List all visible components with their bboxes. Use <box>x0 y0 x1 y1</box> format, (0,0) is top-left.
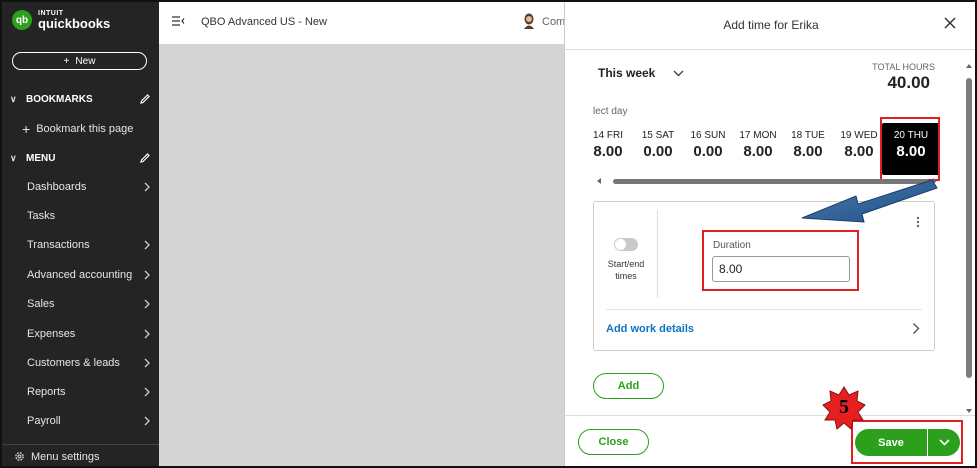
scroll-up-icon[interactable] <box>965 62 973 70</box>
sidebar-item-dashboards[interactable]: Dashboards <box>27 178 151 196</box>
user-avatar-icon[interactable] <box>522 13 536 29</box>
sidebar-item-label: Payroll <box>27 415 61 427</box>
sidebar-item-payroll[interactable]: Payroll <box>27 412 151 430</box>
sidebar: qb INTUIT quickbooks + New ∨ BOOKMARKS +… <box>0 0 159 468</box>
account-name[interactable]: Com <box>542 16 565 28</box>
new-button-label: New <box>75 55 96 67</box>
chevron-down-icon <box>673 70 684 76</box>
bookmark-this-page-label: Bookmark this page <box>36 123 134 135</box>
plus-icon: + <box>22 121 31 137</box>
sidebar-item-sales[interactable]: Sales <box>27 295 151 313</box>
menu-collapse-icon[interactable] <box>171 15 185 27</box>
menu-header[interactable]: ∨ MENU <box>10 150 151 166</box>
qb-logo-icon: qb <box>12 10 32 30</box>
scroll-left-icon[interactable] <box>595 177 603 185</box>
logo-product: quickbooks <box>38 16 111 31</box>
menu-header-label: MENU <box>26 152 56 164</box>
sidebar-item-tasks[interactable]: Tasks <box>27 207 151 225</box>
chevron-right-icon <box>144 358 150 368</box>
bookmark-this-page[interactable]: + Bookmark this page <box>22 121 133 137</box>
sidebar-item-label: Advanced accounting <box>27 269 133 281</box>
add-button[interactable]: Add <box>593 373 664 399</box>
sidebar-item-label: Dashboards <box>27 181 87 193</box>
scroll-down-icon[interactable] <box>965 407 973 415</box>
week-selector[interactable]: This week <box>598 66 684 80</box>
sidebar-item-label: Tasks <box>27 210 56 222</box>
sidebar-item-label: Customers & leads <box>27 357 120 369</box>
chevron-right-icon <box>144 329 150 339</box>
company-name[interactable]: QBO Advanced US - New <box>201 16 327 28</box>
sidebar-item-customers-leads[interactable]: Customers & leads <box>27 354 151 372</box>
panel-title: Add time for Erika <box>723 18 819 32</box>
pencil-icon[interactable] <box>139 152 151 164</box>
menu-settings[interactable]: Menu settings <box>0 444 159 468</box>
save-options-button[interactable] <box>927 429 960 456</box>
divider <box>606 309 922 310</box>
sidebar-item-expenses[interactable]: Expenses <box>27 325 151 343</box>
pointer-arrow-icon <box>801 179 938 223</box>
chevron-right-icon[interactable] <box>912 322 920 335</box>
chevron-right-icon <box>144 270 150 280</box>
close-button[interactable]: Close <box>578 429 649 455</box>
duration-input[interactable] <box>712 256 850 282</box>
add-time-panel: Add time for Erika This week TOTAL HOURS… <box>564 0 977 468</box>
pencil-icon[interactable] <box>139 93 151 105</box>
day-hours: 8.00 <box>793 143 823 160</box>
duration-label: Duration <box>713 240 751 251</box>
menu-settings-label: Menu settings <box>31 450 100 463</box>
chevron-right-icon <box>144 299 150 309</box>
top-bar: QBO Advanced US - New Com <box>159 0 565 44</box>
save-button[interactable]: Save <box>855 429 927 456</box>
sidebar-item-label: Transactions <box>27 239 90 251</box>
day-name: 18 TUE <box>791 130 825 141</box>
total-hours-value: 40.00 <box>887 73 930 92</box>
day-tile-tue[interactable]: 18 TUE 8.00 <box>779 130 837 160</box>
new-button[interactable]: + New <box>12 52 147 70</box>
total-hours-label: TOTAL HOURS <box>872 62 935 72</box>
chevron-down-icon: ∨ <box>10 93 17 104</box>
sidebar-item-label: Sales <box>27 298 55 310</box>
sidebar-item-transactions[interactable]: Transactions <box>27 236 151 254</box>
sidebar-item-label: Reports <box>27 386 66 398</box>
chevron-right-icon <box>144 416 150 426</box>
chevron-right-icon <box>144 387 150 397</box>
chevron-right-icon <box>144 240 150 250</box>
panel-footer: Close Save <box>565 415 977 468</box>
add-work-details-link[interactable]: Add work details <box>606 323 694 335</box>
chevron-down-icon <box>938 439 950 446</box>
panel-header: Add time for Erika <box>565 0 977 50</box>
gear-icon <box>15 452 24 461</box>
sidebar-item-reports[interactable]: Reports <box>27 383 151 401</box>
week-selector-label: This week <box>598 66 656 80</box>
start-end-times-label: Start/end times <box>607 259 645 281</box>
selected-day-highlight <box>880 117 940 181</box>
bookmarks-header[interactable]: ∨ BOOKMARKS <box>10 91 151 107</box>
sidebar-item-advanced-accounting[interactable]: Advanced accounting <box>27 266 151 284</box>
main-content-overlay <box>159 0 564 468</box>
start-end-times-toggle[interactable] <box>614 238 638 251</box>
divider <box>657 210 658 298</box>
scrollbar-thumb[interactable] <box>966 78 972 378</box>
plus-icon: + <box>63 55 70 67</box>
bookmarks-header-label: BOOKMARKS <box>26 93 93 105</box>
vertical-scrollbar[interactable] <box>965 60 973 415</box>
chevron-down-icon: ∨ <box>10 152 17 163</box>
chevron-right-icon <box>144 182 150 192</box>
close-icon[interactable] <box>943 16 957 30</box>
step-number: 5 <box>839 396 849 418</box>
save-button-group: Save <box>855 429 961 456</box>
quickbooks-logo[interactable]: qb INTUIT quickbooks <box>12 10 110 30</box>
sidebar-item-label: Expenses <box>27 328 76 340</box>
select-day-label: lect day <box>593 106 628 117</box>
